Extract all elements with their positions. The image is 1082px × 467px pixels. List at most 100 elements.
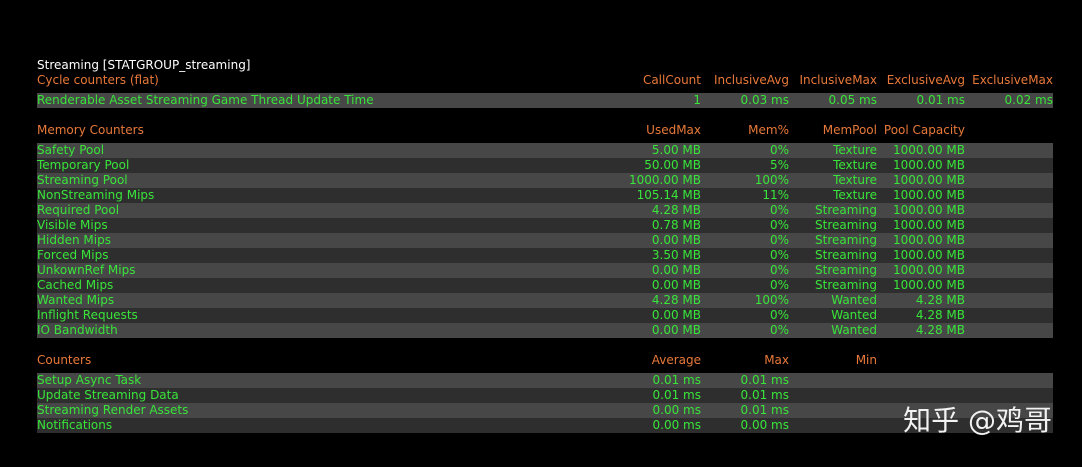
table-row: IO Bandwidth 0.00 MB 0% Wanted 4.28 MB (37, 323, 1053, 338)
row-value: 0.00 MB (651, 323, 701, 337)
row-value: 1 (693, 93, 701, 107)
table-row: Hidden Mips 0.00 MB 0% Streaming 1000.00 MB (37, 233, 1053, 248)
col-mem-percent: Mem% (748, 123, 789, 137)
cycle-section-label: Cycle counters (flat) (37, 73, 159, 87)
row-name: Update Streaming Data (37, 388, 179, 402)
row-name: Streaming Pool (37, 173, 128, 187)
row-value: 1000.00 MB (892, 173, 965, 187)
row-value: 1000.00 MB (892, 233, 965, 247)
col-min: Min (855, 353, 877, 367)
col-mempool: MemPool (822, 123, 877, 137)
row-value (789, 388, 877, 403)
col-pool-capacity: Pool Capacity (883, 123, 965, 137)
row-name: Forced Mips (37, 248, 109, 262)
col-usedmax: UsedMax (646, 123, 701, 137)
row-name: Hidden Mips (37, 233, 111, 247)
col-inclusive-max: InclusiveMax (799, 73, 877, 87)
row-value: 0% (769, 263, 789, 277)
row-value: Wanted (831, 293, 877, 307)
table-row: Forced Mips 3.50 MB 0% Streaming 1000.00 MB (37, 248, 1053, 263)
row-value: 0.00 MB (651, 308, 701, 322)
col-callcount: CallCount (642, 73, 701, 87)
table-row: Streaming Pool 1000.00 MB 100% Texture 1000.… (37, 173, 1053, 188)
row-name: Notifications (37, 418, 113, 432)
row-value: 1000.00 MB (628, 173, 701, 187)
row-name: NonStreaming Mips (37, 188, 155, 202)
row-value: 50.00 MB (644, 158, 701, 172)
row-value: Streaming (815, 233, 877, 247)
row-value: 0% (769, 248, 789, 262)
row-value: 4.28 MB (915, 293, 965, 307)
row-value: 3.50 MB (651, 248, 701, 262)
row-value: 0% (769, 143, 789, 157)
row-value: Streaming (815, 218, 877, 232)
row-value: 1000.00 MB (892, 203, 965, 217)
row-value: 1000.00 MB (892, 248, 965, 262)
row-value: 0.02 ms (1004, 93, 1053, 107)
table-row: NonStreaming Mips 105.14 MB 11% Texture 1000… (37, 188, 1053, 203)
row-name: Wanted Mips (37, 293, 115, 307)
row-value: Texture (833, 173, 877, 187)
row-value: Wanted (831, 308, 877, 322)
row-name: Setup Async Task (37, 373, 142, 387)
table-row: Visible Mips 0.78 MB 0% Streaming 1000.00 MB (37, 218, 1053, 233)
memory-section-label: Memory Counters (37, 123, 144, 137)
table-row: Wanted Mips 4.28 MB 100% Wanted 4.28 MB (37, 293, 1053, 308)
row-value: 0.00 MB (651, 278, 701, 292)
row-value: Texture (833, 188, 877, 202)
row-value: Texture (833, 158, 877, 172)
col-average: Average (651, 353, 701, 367)
col-exclusive-avg: ExclusiveAvg (886, 73, 965, 87)
row-value: 1000.00 MB (892, 278, 965, 292)
stat-group-title: Streaming [STATGROUP_streaming] (37, 58, 251, 72)
row-name: Visible Mips (37, 218, 108, 232)
table-row: Temporary Pool 50.00 MB 5% Texture 1000.00 M… (37, 158, 1053, 173)
row-value: 0% (769, 218, 789, 232)
row-value: 1000.00 MB (892, 143, 965, 157)
row-value: 0.01 ms (740, 373, 789, 387)
row-value: 4.28 MB (915, 308, 965, 322)
row-value: 0.05 ms (828, 93, 877, 107)
row-value: 0.01 ms (740, 388, 789, 402)
table-row: Safety Pool 5.00 MB 0% Texture 1000.00 MB (37, 143, 1053, 158)
row-value: 5% (769, 158, 789, 172)
table-row: UnkownRef Mips 0.00 MB 0% Streaming 1000.00 … (37, 263, 1053, 278)
table-row: Setup Async Task 0.01 ms 0.01 ms (37, 373, 1053, 388)
row-value: 100% (754, 293, 789, 307)
counters-header: Counters Average Max Min (37, 353, 1053, 368)
row-value: 0.01 ms (916, 93, 965, 107)
table-row: Cached Mips 0.00 MB 0% Streaming 1000.00 MB (37, 278, 1053, 293)
row-value: 0.00 ms (652, 403, 701, 417)
col-inclusive-avg: InclusiveAvg (714, 73, 789, 87)
memory-table: Safety Pool 5.00 MB 0% Texture 1000.00 MB Tem… (37, 143, 1053, 338)
row-value: 1000.00 MB (892, 188, 965, 202)
row-value: 1000.00 MB (892, 263, 965, 277)
row-value: 0.03 ms (740, 93, 789, 107)
row-value: 1000.00 MB (892, 158, 965, 172)
row-value: 0.78 MB (651, 218, 701, 232)
row-value: 0.00 ms (652, 418, 701, 432)
row-value: 0.01 ms (740, 403, 789, 417)
row-value: 5.00 MB (651, 143, 701, 157)
row-value: Wanted (831, 323, 877, 337)
row-value (789, 373, 877, 388)
row-value: 11% (762, 188, 789, 202)
row-value: Streaming (815, 248, 877, 262)
row-name: Streaming Render Assets (37, 403, 189, 417)
row-name: Renderable Asset Streaming Game Thread U… (37, 93, 374, 107)
row-name: Safety Pool (37, 143, 105, 157)
table-row: Update Streaming Data 0.01 ms 0.01 ms (37, 388, 1053, 403)
row-name: IO Bandwidth (37, 323, 118, 337)
row-name: Cached Mips (37, 278, 114, 292)
row-value: 4.28 MB (651, 293, 701, 307)
row-value: Streaming (815, 263, 877, 277)
row-value: 0% (769, 278, 789, 292)
table-row: Notifications 0.00 ms 0.00 ms (37, 418, 1053, 433)
row-value: 0% (769, 233, 789, 247)
row-value (789, 403, 877, 418)
row-name: Inflight Requests (37, 308, 138, 322)
row-value: 1000.00 MB (892, 218, 965, 232)
row-name: UnkownRef Mips (37, 263, 136, 277)
row-value: Streaming (815, 203, 877, 217)
row-value: 105.14 MB (636, 188, 701, 202)
